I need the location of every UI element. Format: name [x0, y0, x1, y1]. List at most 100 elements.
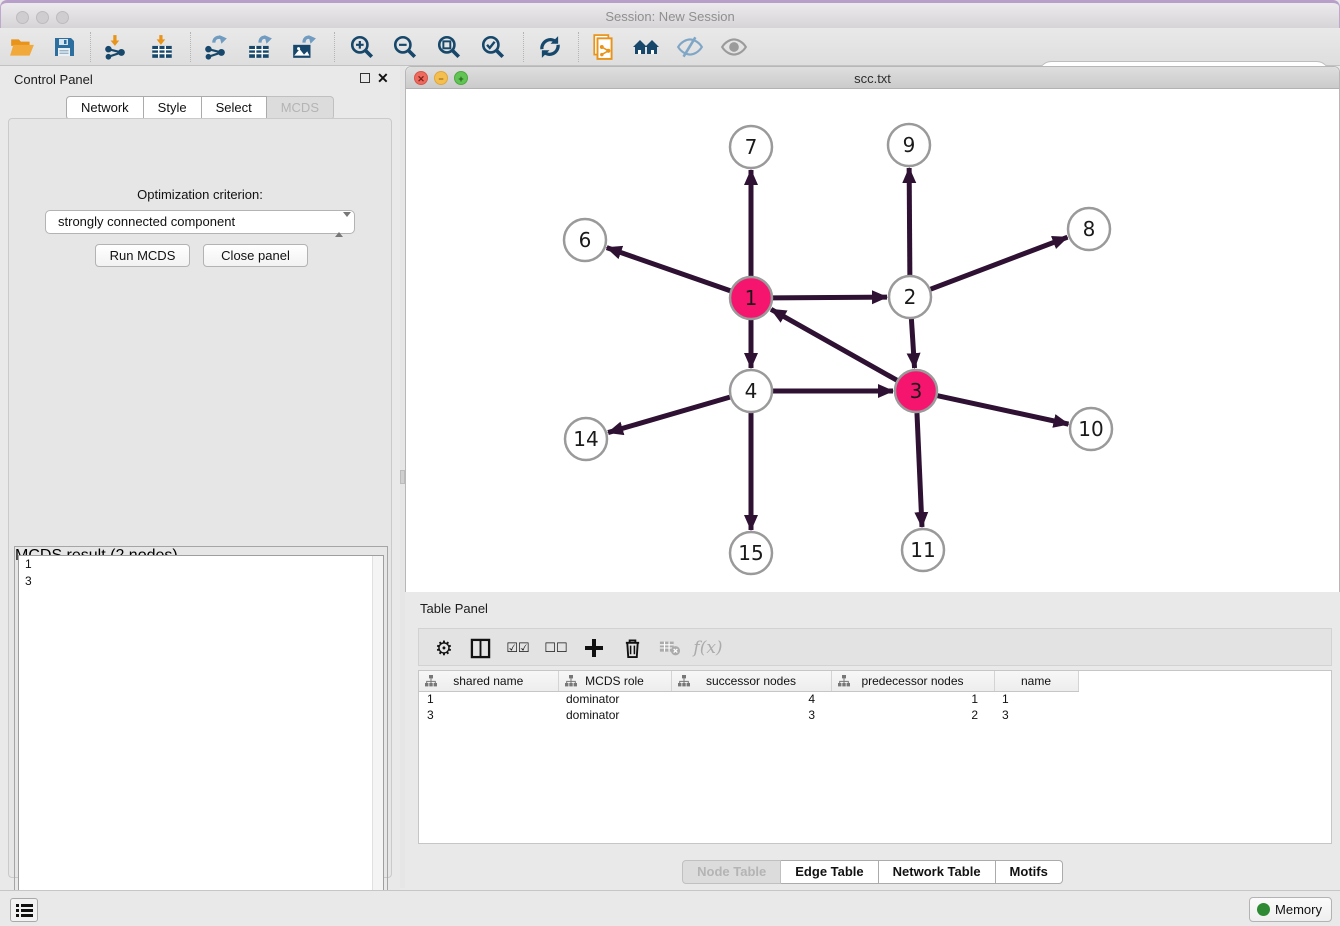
create-column-icon[interactable]: [579, 633, 609, 663]
result-item: 3: [19, 573, 383, 590]
select-all-columns-icon[interactable]: ☑☑: [503, 633, 533, 663]
memory-status-icon: [1257, 903, 1270, 916]
hide-selected-icon[interactable]: [676, 33, 704, 61]
task-history-button[interactable]: [10, 898, 38, 922]
graph-node-8[interactable]: 8: [1068, 208, 1110, 250]
status-bar: Memory: [0, 890, 1340, 926]
column-header-name[interactable]: name: [994, 671, 1078, 691]
column-header-MCDS-role[interactable]: MCDS role: [558, 671, 671, 691]
tab-node-table[interactable]: Node Table: [682, 860, 781, 884]
table-panel-title: Table Panel: [420, 601, 488, 616]
tab-motifs[interactable]: Motifs: [996, 860, 1063, 884]
tab-network-table[interactable]: Network Table: [879, 860, 996, 884]
table-panel: Table Panel ✕ ⚙ ☑☑ ☐☐ f(x) shared nameMC…: [405, 595, 1340, 888]
optimization-criterion-label: Optimization criterion:: [9, 187, 391, 202]
zoom-selected-icon[interactable]: [479, 33, 507, 61]
close-panel-icon[interactable]: ✕: [377, 70, 389, 86]
apply-layout-icon[interactable]: [536, 33, 564, 61]
zoom-fit-icon[interactable]: [435, 33, 463, 61]
graph-node-10[interactable]: 10: [1070, 408, 1112, 450]
graph-edge-4-14[interactable]: [608, 397, 730, 432]
network-view-window: ✕ − + scc.txt 7 9 6 8 1 2 4 3 14 10 15 11: [405, 66, 1340, 592]
graph-edge-1-6[interactable]: [607, 248, 731, 291]
graph-node-4[interactable]: 4: [730, 370, 772, 412]
criterion-select[interactable]: strongly connected component: [45, 210, 355, 234]
save-session-icon[interactable]: [50, 33, 78, 61]
first-neighbors-icon[interactable]: [632, 33, 660, 61]
table-cell[interactable]: 1: [994, 691, 1078, 707]
table-cell[interactable]: 1: [831, 691, 994, 707]
graph-node-3[interactable]: 3: [895, 370, 937, 412]
table-cell[interactable]: dominator: [558, 691, 671, 707]
tab-mcds[interactable]: MCDS: [267, 96, 334, 120]
node-table[interactable]: shared nameMCDS rolesuccessor nodesprede…: [418, 670, 1332, 844]
new-network-from-selection-icon[interactable]: [590, 33, 618, 61]
run-mcds-button[interactable]: Run MCDS: [95, 244, 190, 267]
graph-edge-3-11[interactable]: [917, 413, 922, 527]
graph-node-11[interactable]: 11: [902, 529, 944, 571]
svg-text:4: 4: [745, 379, 758, 403]
graph-node-7[interactable]: 7: [730, 126, 772, 168]
export-image-icon[interactable]: [290, 33, 318, 61]
memory-label: Memory: [1275, 902, 1322, 917]
control-panel-tabs: NetworkStyleSelectMCDS: [0, 96, 400, 120]
table-cell[interactable]: 2: [831, 707, 994, 723]
graph-node-15[interactable]: 15: [730, 532, 772, 574]
table-cell[interactable]: dominator: [558, 707, 671, 723]
graph-node-6[interactable]: 6: [564, 219, 606, 261]
svg-text:15: 15: [738, 541, 763, 565]
graph-edge-1-2[interactable]: [773, 297, 887, 298]
export-table-icon[interactable]: [246, 33, 274, 61]
tab-style[interactable]: Style: [144, 96, 202, 120]
tab-edge-table[interactable]: Edge Table: [781, 860, 878, 884]
table-row[interactable]: 3dominator323: [419, 707, 1078, 723]
table-row[interactable]: 1dominator411: [419, 691, 1078, 707]
column-browser-icon[interactable]: [465, 633, 495, 663]
delete-table-icon: [655, 633, 685, 663]
graph-node-9[interactable]: 9: [888, 124, 930, 166]
import-table-icon[interactable]: [148, 33, 176, 61]
close-panel-button[interactable]: Close panel: [203, 244, 308, 267]
table-cell[interactable]: 3: [994, 707, 1078, 723]
show-all-icon[interactable]: [720, 33, 748, 61]
table-cell[interactable]: 4: [671, 691, 831, 707]
column-tree-icon: [425, 675, 437, 687]
column-tree-icon: [565, 675, 577, 687]
mcds-result-list[interactable]: 13: [18, 555, 384, 921]
tab-select[interactable]: Select: [202, 96, 267, 120]
table-cell[interactable]: 3: [419, 707, 558, 723]
unselect-all-columns-icon[interactable]: ☐☐: [541, 633, 571, 663]
network-canvas[interactable]: 7 9 6 8 1 2 4 3 14 10 15 11: [406, 89, 1339, 592]
float-panel-icon[interactable]: [360, 73, 370, 83]
graph-edge-3-10[interactable]: [937, 396, 1068, 424]
graph-node-1[interactable]: 1: [730, 277, 772, 319]
svg-text:7: 7: [745, 135, 758, 159]
table-cell[interactable]: 3: [671, 707, 831, 723]
memory-button[interactable]: Memory: [1249, 897, 1332, 922]
zoom-out-icon[interactable]: [391, 33, 419, 61]
import-network-icon[interactable]: [102, 33, 130, 61]
graph-edge-3-1[interactable]: [771, 309, 897, 380]
graph-node-14[interactable]: 14: [565, 418, 607, 460]
table-cell[interactable]: 1: [419, 691, 558, 707]
open-session-icon[interactable]: [8, 33, 36, 61]
export-network-icon[interactable]: [202, 33, 230, 61]
graph-edge-2-9[interactable]: [909, 168, 910, 275]
zoom-in-icon[interactable]: [348, 33, 376, 61]
task-list-icon: [16, 903, 33, 918]
table-settings-icon[interactable]: ⚙: [429, 633, 459, 663]
delete-column-icon[interactable]: [617, 633, 647, 663]
network-window-title: scc.txt: [406, 71, 1339, 86]
svg-text:2: 2: [904, 285, 917, 309]
column-header-predecessor-nodes[interactable]: predecessor nodes: [831, 671, 994, 691]
column-header-successor-nodes[interactable]: successor nodes: [671, 671, 831, 691]
graph-edge-2-8[interactable]: [931, 237, 1068, 289]
tab-network[interactable]: Network: [66, 96, 144, 120]
network-graph[interactable]: 7 9 6 8 1 2 4 3 14 10 15 11: [406, 89, 1339, 592]
column-header-shared-name[interactable]: shared name: [419, 671, 558, 691]
graph-node-2[interactable]: 2: [889, 276, 931, 318]
mcds-result-groupbox: MCDS result (2 nodes) 13: [14, 546, 388, 926]
graph-edge-2-3[interactable]: [911, 319, 914, 368]
network-window-titlebar[interactable]: ✕ − + scc.txt: [406, 67, 1339, 89]
result-scrollbar[interactable]: [372, 556, 383, 920]
